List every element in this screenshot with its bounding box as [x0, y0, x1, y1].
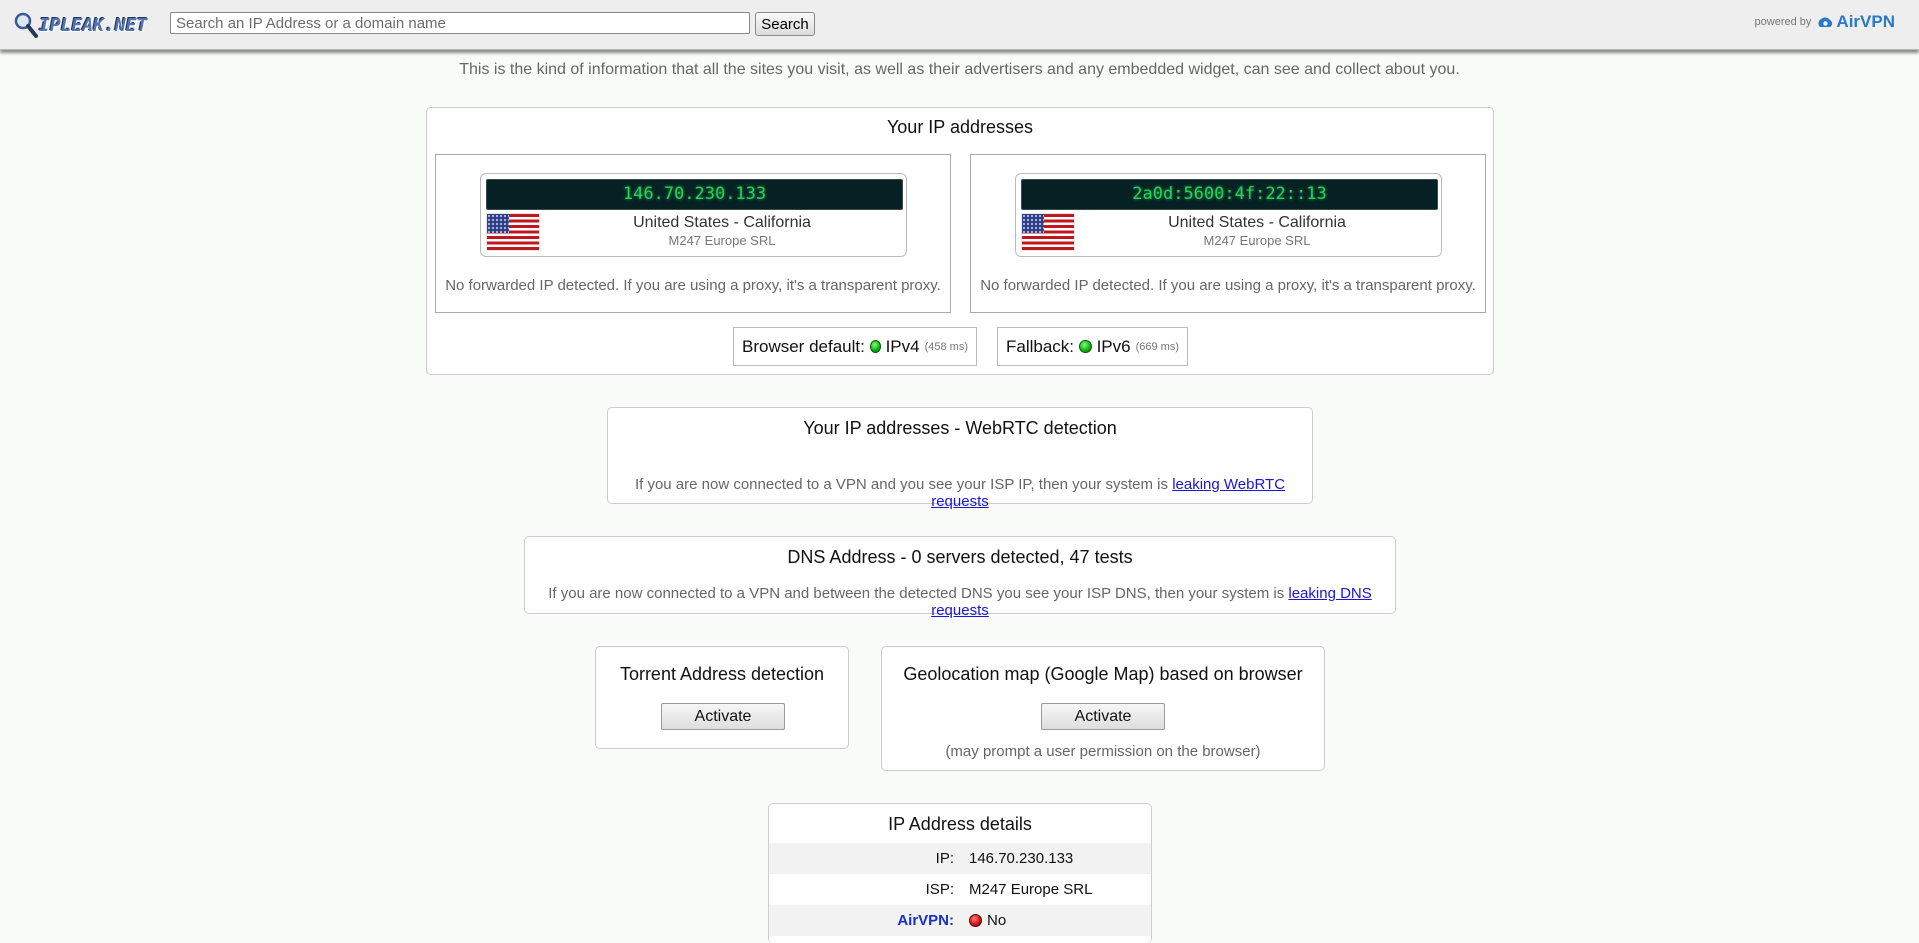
details-key: ISP: — [925, 881, 954, 898]
ip-isp: M247 Europe SRL — [668, 233, 776, 248]
ipv4-box: 146.70.230.133 United States - Californi… — [435, 154, 951, 313]
webrtc-description: If you are now connected to a VPN and yo… — [608, 476, 1312, 510]
dns-panel: DNS Address - 0 servers detected, 47 tes… — [524, 536, 1396, 619]
search-input[interactable] — [170, 12, 750, 34]
browser-default-box: Browser default: IPv4 (458 ms) — [733, 327, 977, 366]
us-flag-icon — [1022, 214, 1074, 250]
search-button[interactable]: Search — [755, 12, 815, 36]
browser-default-latency: (458 ms) — [924, 340, 968, 353]
geolocation-note: (may prompt a user permission on the bro… — [945, 743, 1261, 760]
ip-location: United States - California — [1168, 214, 1346, 231]
logo-text: IPLEAK.NET — [39, 14, 148, 36]
status-dot-icon — [1079, 340, 1092, 353]
dns-desc-text: If you are now connected to a VPN and be… — [548, 585, 1285, 602]
status-dot-icon — [869, 340, 881, 353]
details-key: IP: — [935, 850, 954, 867]
powered-by[interactable]: powered by AirVPN — [1755, 12, 1895, 32]
details-row-ip: IP: 146.70.230.133 — [769, 843, 1151, 874]
fallback-label: Fallback: — [1006, 336, 1075, 356]
powered-by-label: powered by — [1754, 16, 1812, 28]
top-bar: IPLEAK.NET Search powered by AirVPN — [0, 0, 1919, 50]
airvpn-logo: AirVPN — [1817, 12, 1895, 32]
torrent-activate-button[interactable]: Activate — [661, 703, 785, 730]
panel-title: Torrent Address detection — [619, 664, 825, 684]
us-flag-icon — [487, 214, 539, 250]
fallback-latency: (669 ms) — [1135, 340, 1179, 353]
details-value: 146.70.230.133 — [969, 850, 1074, 867]
airvpn-status-text: No — [987, 912, 1007, 929]
browser-default-proto: IPv4 — [885, 336, 920, 356]
airvpn-brand-text: AirVPN — [1836, 12, 1895, 31]
ip-card: 146.70.230.133 United States - Californi… — [480, 173, 907, 257]
ip-isp: M247 Europe SRL — [1203, 233, 1311, 248]
forwarded-note: No forwarded IP detected. If you are usi… — [445, 277, 941, 294]
webrtc-desc-text: If you are now connected to a VPN and yo… — [634, 476, 1169, 493]
ipleak-logo[interactable]: IPLEAK.NET — [13, 11, 147, 39]
panel-title: Your IP addresses — [886, 117, 1034, 137]
tagline: This is the kind of information that all… — [459, 61, 1460, 78]
webrtc-panel: Your IP addresses - WebRTC detection If … — [607, 407, 1313, 510]
ip-display[interactable]: 2a0d:5600:4f:22::13 — [1021, 179, 1438, 210]
details-row-isp: ISP: M247 Europe SRL — [769, 874, 1151, 905]
status-dot-icon — [969, 914, 982, 927]
details-value: No — [969, 912, 1006, 929]
torrent-panel: Torrent Address detection Activate — [595, 646, 849, 749]
fallback-proto: IPv6 — [1096, 336, 1131, 356]
fallback-box: Fallback: IPv6 (669 ms) — [997, 327, 1188, 366]
ip-display[interactable]: 146.70.230.133 — [486, 179, 903, 210]
ip-addresses-panel: Your IP addresses 146.70.230.133 United … — [426, 107, 1494, 375]
ip-location: United States - California — [633, 214, 811, 231]
ip-card: 2a0d:5600:4f:22::13 United States - Cali… — [1015, 173, 1442, 257]
details-row-airvpn: AirVPN: No — [769, 905, 1151, 936]
panel-title: IP Address details — [888, 814, 1032, 834]
dns-description: If you are now connected to a VPN and be… — [525, 585, 1395, 619]
forwarded-note: No forwarded IP detected. If you are usi… — [980, 277, 1476, 294]
panel-title: DNS Address - 0 servers detected, 47 tes… — [787, 547, 1133, 567]
geolocation-activate-button[interactable]: Activate — [1041, 703, 1165, 730]
ip-details-panel: IP Address details IP: 146.70.230.133 IS… — [768, 803, 1152, 943]
browser-default-label: Browser default: — [742, 336, 865, 356]
details-value: M247 Europe SRL — [969, 881, 1093, 898]
panel-title: Geolocation map (Google Map) based on br… — [903, 664, 1303, 684]
geolocation-panel: Geolocation map (Google Map) based on br… — [881, 646, 1325, 771]
panel-title: Your IP addresses - WebRTC detection — [803, 418, 1117, 438]
ipv6-box: 2a0d:5600:4f:22::13 United States - Cali… — [970, 154, 1486, 313]
details-key-airvpn[interactable]: AirVPN: — [897, 912, 954, 929]
magnifier-logo-icon — [14, 12, 38, 38]
airvpn-cloud-icon — [1818, 17, 1833, 27]
